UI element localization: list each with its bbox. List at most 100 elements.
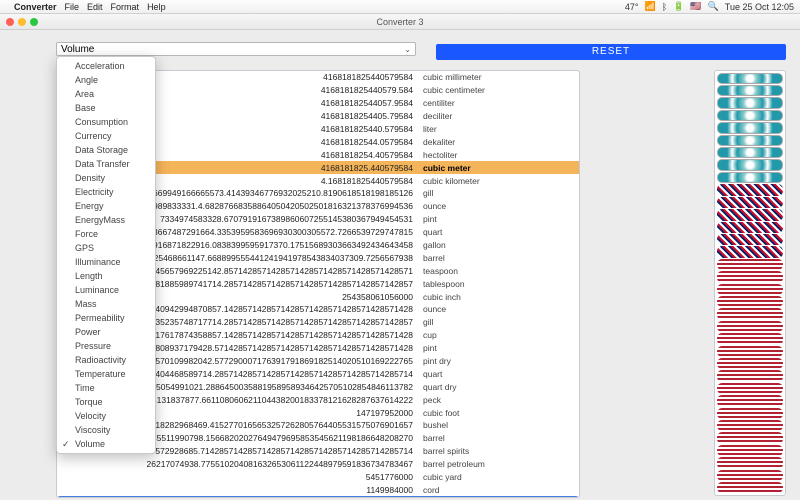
window-title: Converter 3	[376, 17, 423, 27]
conversion-unit: barrel petroleum	[417, 459, 485, 469]
category-menu-item[interactable]: Data Transfer	[57, 157, 155, 171]
chevron-down-icon: ⌄	[404, 45, 411, 54]
conversion-unit: deciliter	[417, 111, 452, 121]
category-menu-item[interactable]: Base	[57, 101, 155, 115]
conversion-unit: ounce	[417, 304, 446, 314]
category-menu-item[interactable]: Viscosity	[57, 423, 155, 437]
app-name[interactable]: Converter	[14, 2, 57, 12]
menu-file[interactable]: File	[65, 2, 80, 12]
category-menu-item[interactable]: Power	[57, 325, 155, 339]
close-button[interactable]	[6, 18, 14, 26]
conversion-row[interactable]: 1149984000cord	[57, 484, 579, 497]
conversion-unit: cubic millimeter	[417, 72, 482, 82]
us-flag-icon	[717, 457, 783, 468]
category-menu-item[interactable]: Temperature	[57, 367, 155, 381]
us-flag-icon	[717, 271, 783, 282]
us-flag-icon	[717, 408, 783, 419]
globe-flag-icon	[717, 85, 783, 96]
globe-flag-icon	[717, 97, 783, 108]
category-select-label: Volume	[61, 44, 94, 55]
category-menu-item[interactable]: Illuminance	[57, 255, 155, 269]
category-menu-item[interactable]: Currency	[57, 129, 155, 143]
minimize-button[interactable]	[18, 18, 26, 26]
globe-flag-icon	[717, 110, 783, 121]
category-menu-item[interactable]: Permeability	[57, 311, 155, 325]
conversion-unit: cup	[417, 330, 437, 340]
uk-flag-icon	[717, 234, 783, 245]
conversion-value: 5451776000	[57, 472, 417, 482]
conversion-unit: barrel	[417, 253, 445, 263]
category-menu-item[interactable]: Force	[57, 227, 155, 241]
category-menu-item[interactable]: Consumption	[57, 115, 155, 129]
category-menu-item[interactable]: Velocity	[57, 409, 155, 423]
conversion-unit: barrel spirits	[417, 446, 469, 456]
conversion-unit: cubic yard	[417, 472, 462, 482]
conversion-row[interactable]: 26217074938.7755102040816326530611224489…	[57, 458, 579, 471]
conversion-unit: cubic kilometer	[417, 176, 480, 186]
category-menu-item[interactable]: Length	[57, 269, 155, 283]
category-menu-item[interactable]: Angle	[57, 73, 155, 87]
category-menu-item[interactable]: Electricity	[57, 185, 155, 199]
category-menu-item[interactable]: Radioactivity	[57, 353, 155, 367]
conversion-unit: centiliter	[417, 98, 455, 108]
conversion-row[interactable]: 5451776000cubic yard	[57, 471, 579, 484]
wifi-icon: 📶	[645, 1, 656, 12]
reset-button[interactable]: RESET	[436, 44, 786, 60]
category-menu-item[interactable]: Density	[57, 171, 155, 185]
menu-edit[interactable]: Edit	[87, 2, 103, 12]
temp-indicator: 47°	[625, 2, 639, 12]
us-flag-icon	[717, 383, 783, 394]
conversion-unit: gill	[417, 317, 433, 327]
us-flag-icon	[717, 445, 783, 456]
conversion-unit: ounce	[417, 201, 446, 211]
category-menu-item[interactable]: Area	[57, 87, 155, 101]
category-menu-item[interactable]: Pressure	[57, 339, 155, 353]
category-menu-item[interactable]: Volume	[57, 437, 155, 451]
zoom-button[interactable]	[30, 18, 38, 26]
bluetooth-icon: ᛒ	[662, 2, 667, 12]
conversion-unit: barrel	[417, 433, 445, 443]
category-menu-item[interactable]: Torque	[57, 395, 155, 409]
conversion-unit: gallon	[417, 240, 446, 250]
battery-icon: 🔋	[673, 1, 684, 12]
content-area: Volume ⌄ AccelerationAngleAreaBaseConsum…	[0, 30, 800, 500]
category-menu-item[interactable]: Time	[57, 381, 155, 395]
mac-menubar: Converter File Edit Format Help 47° 📶 ᛒ …	[0, 0, 800, 14]
window-controls	[6, 18, 38, 26]
category-menu-item[interactable]: Energy	[57, 199, 155, 213]
category-menu-item[interactable]: Luminance	[57, 283, 155, 297]
category-menu-item[interactable]: EnergyMass	[57, 213, 155, 227]
us-flag-icon	[717, 308, 783, 319]
menubar-right: 47° 📶 ᛒ 🔋 🇺🇸 🔍 Tue 25 Oct 12:05	[625, 1, 794, 12]
globe-flag-icon	[717, 73, 783, 84]
us-flag-icon	[717, 482, 783, 493]
conversion-unit: teaspoon	[417, 266, 458, 276]
menu-help[interactable]: Help	[147, 2, 166, 12]
us-flag-icon	[717, 370, 783, 381]
us-flag-icon	[717, 333, 783, 344]
us-flag-icon	[717, 420, 783, 431]
flag-column	[714, 70, 786, 496]
category-menu-item[interactable]: Data Storage	[57, 143, 155, 157]
conversion-unit: quart	[417, 227, 442, 237]
uk-flag-icon	[717, 184, 783, 195]
conversion-unit: cubic centimeter	[417, 85, 485, 95]
category-menu-item[interactable]: Acceleration	[57, 59, 155, 73]
conversion-input-row[interactable]: 1cubic mile	[58, 496, 578, 498]
category-menu-item[interactable]: Mass	[57, 297, 155, 311]
conversion-unit: peck	[417, 395, 441, 405]
category-menu-item[interactable]: GPS	[57, 241, 155, 255]
flag-icon: 🇺🇸	[690, 1, 701, 12]
category-select[interactable]: Volume ⌄	[56, 42, 416, 56]
conversion-unit: gill	[417, 188, 433, 198]
conversion-unit: pint	[417, 214, 437, 224]
conversion-unit: pint dry	[417, 356, 451, 366]
us-flag-icon	[717, 470, 783, 481]
spotlight-icon[interactable]: 🔍	[708, 1, 719, 12]
uk-flag-icon	[717, 197, 783, 208]
globe-flag-icon	[717, 122, 783, 133]
category-menu[interactable]: AccelerationAngleAreaBaseConsumptionCurr…	[56, 56, 156, 454]
menu-format[interactable]: Format	[111, 2, 140, 12]
conversion-unit: cubic foot	[417, 408, 459, 418]
conversion-unit: hectoliter	[417, 150, 458, 160]
